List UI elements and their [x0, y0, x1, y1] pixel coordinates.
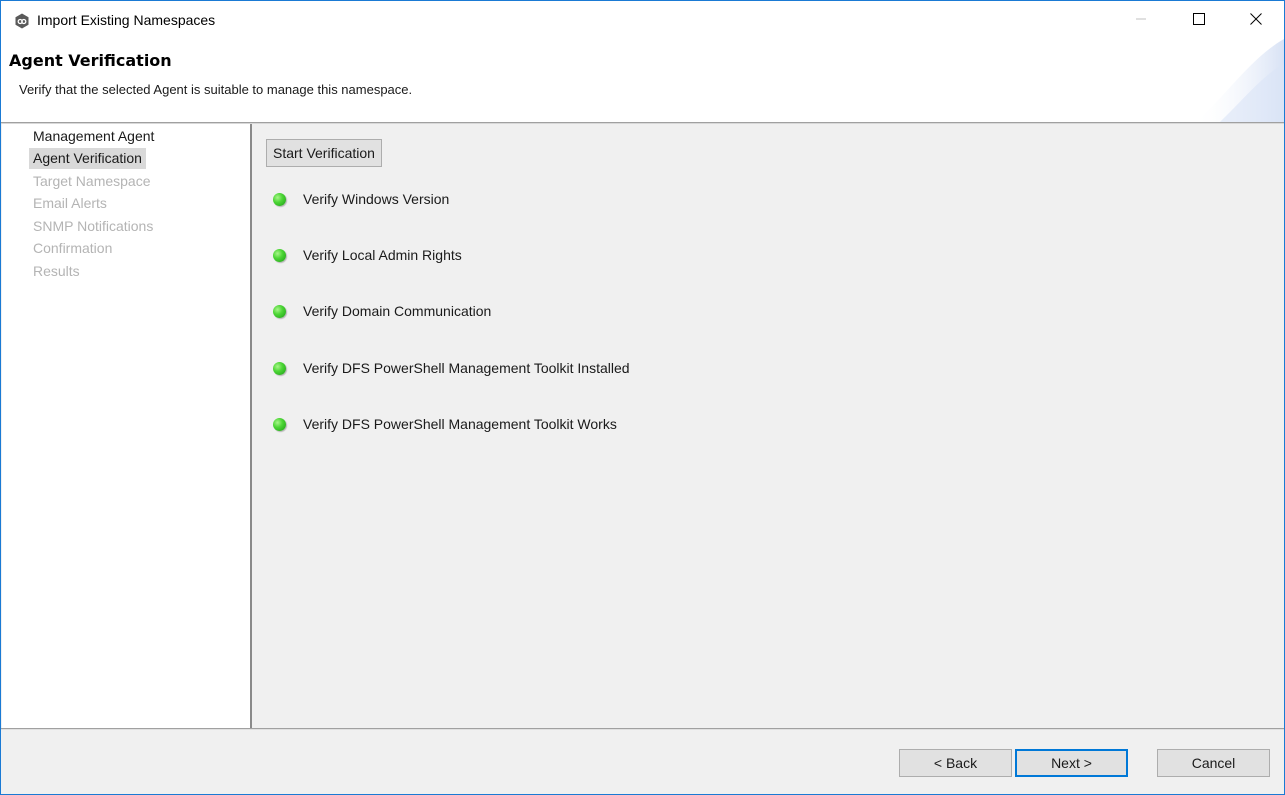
minimize-icon — [1135, 12, 1147, 28]
check-label: Verify Local Admin Rights — [303, 247, 462, 263]
wizard-header: Agent Verification Verify that the selec… — [1, 39, 1284, 123]
check-item: Verify Local Admin Rights — [273, 245, 462, 265]
close-button[interactable] — [1227, 1, 1285, 39]
check-item: Verify DFS PowerShell Management Toolkit… — [273, 358, 630, 378]
success-status-icon — [273, 248, 286, 262]
sidebar-item-results: Results — [33, 263, 80, 279]
check-label: Verify DFS PowerShell Management Toolkit… — [303, 416, 617, 432]
success-status-icon — [273, 304, 286, 318]
sidebar-item-confirmation: Confirmation — [33, 240, 113, 256]
page-title: Agent Verification — [9, 51, 172, 70]
page-subtitle: Verify that the selected Agent is suitab… — [19, 82, 413, 97]
success-status-icon — [273, 417, 286, 431]
check-label: Verify Domain Communication — [303, 303, 492, 319]
check-label: Verify DFS PowerShell Management Toolkit… — [303, 360, 630, 376]
window-title: Import Existing Namespaces — [37, 12, 216, 28]
back-button[interactable]: < Back — [899, 749, 1012, 777]
wizard-window: Import Existing Namespaces Agent Verific… — [0, 0, 1285, 795]
next-button[interactable]: Next > — [1015, 749, 1128, 777]
check-item: Verify DFS PowerShell Management Toolkit… — [273, 414, 617, 434]
start-verification-button[interactable]: Start Verification — [266, 139, 382, 167]
sidebar-item-email-alerts: Email Alerts — [33, 195, 107, 211]
header-decoration — [1194, 39, 1284, 123]
maximize-button[interactable] — [1170, 1, 1228, 39]
footer-divider — [1, 728, 1284, 730]
close-icon — [1250, 12, 1262, 28]
sidebar-item-agent-verification[interactable]: Agent Verification — [29, 148, 146, 169]
maximize-icon — [1193, 12, 1205, 28]
minimize-button[interactable] — [1112, 1, 1170, 39]
verification-panel: Start Verification Verify Windows Versio… — [253, 124, 1283, 729]
success-status-icon — [273, 361, 286, 375]
sidebar-item-target-namespace: Target Namespace — [33, 173, 151, 189]
title-bar: Import Existing Namespaces — [1, 1, 1284, 39]
check-item: Verify Windows Version — [273, 189, 449, 209]
sidebar-item-snmp-notifications: SNMP Notifications — [33, 218, 154, 234]
check-label: Verify Windows Version — [303, 191, 450, 207]
cancel-button[interactable]: Cancel — [1157, 749, 1270, 777]
success-status-icon — [273, 192, 286, 206]
peer-link-icon — [14, 13, 30, 29]
check-item: Verify Domain Communication — [273, 301, 491, 321]
wizard-steps-sidebar: Management Agent Agent Verification Targ… — [2, 124, 252, 729]
sidebar-item-management-agent[interactable]: Management Agent — [29, 126, 158, 147]
wizard-footer: < Back Next > Cancel — [1, 731, 1284, 794]
